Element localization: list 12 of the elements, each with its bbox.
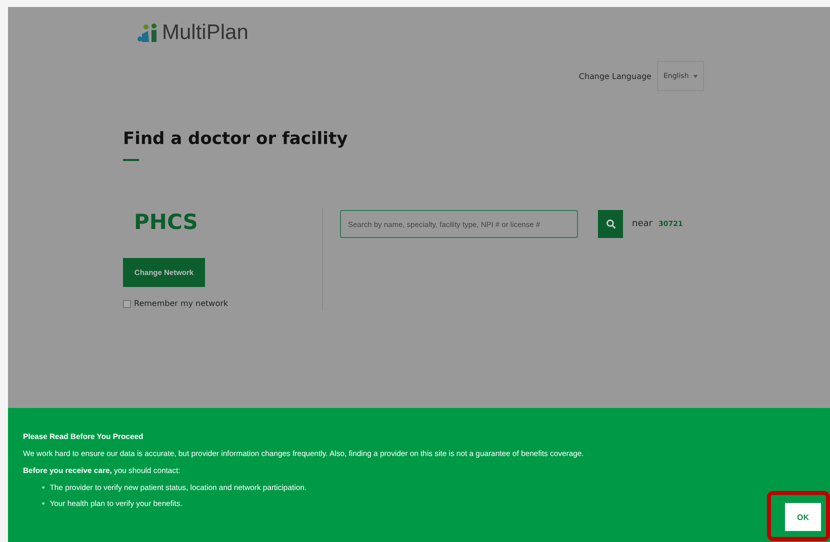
language-label: Change Language <box>578 72 652 80</box>
network-name: PHCS <box>134 210 198 234</box>
remember-label: Remember my network <box>134 299 228 308</box>
remember-checkbox[interactable] <box>123 300 131 308</box>
page-title: Find a doctor or facility <box>123 129 349 149</box>
ok-button[interactable]: OK <box>785 503 821 531</box>
near-label: near <box>632 219 652 229</box>
search-icon <box>606 219 616 229</box>
logo-icon <box>137 23 159 43</box>
caret-icon <box>693 74 698 78</box>
search-button[interactable] <box>598 210 623 238</box>
logo-text: MultiPlan <box>162 22 248 43</box>
